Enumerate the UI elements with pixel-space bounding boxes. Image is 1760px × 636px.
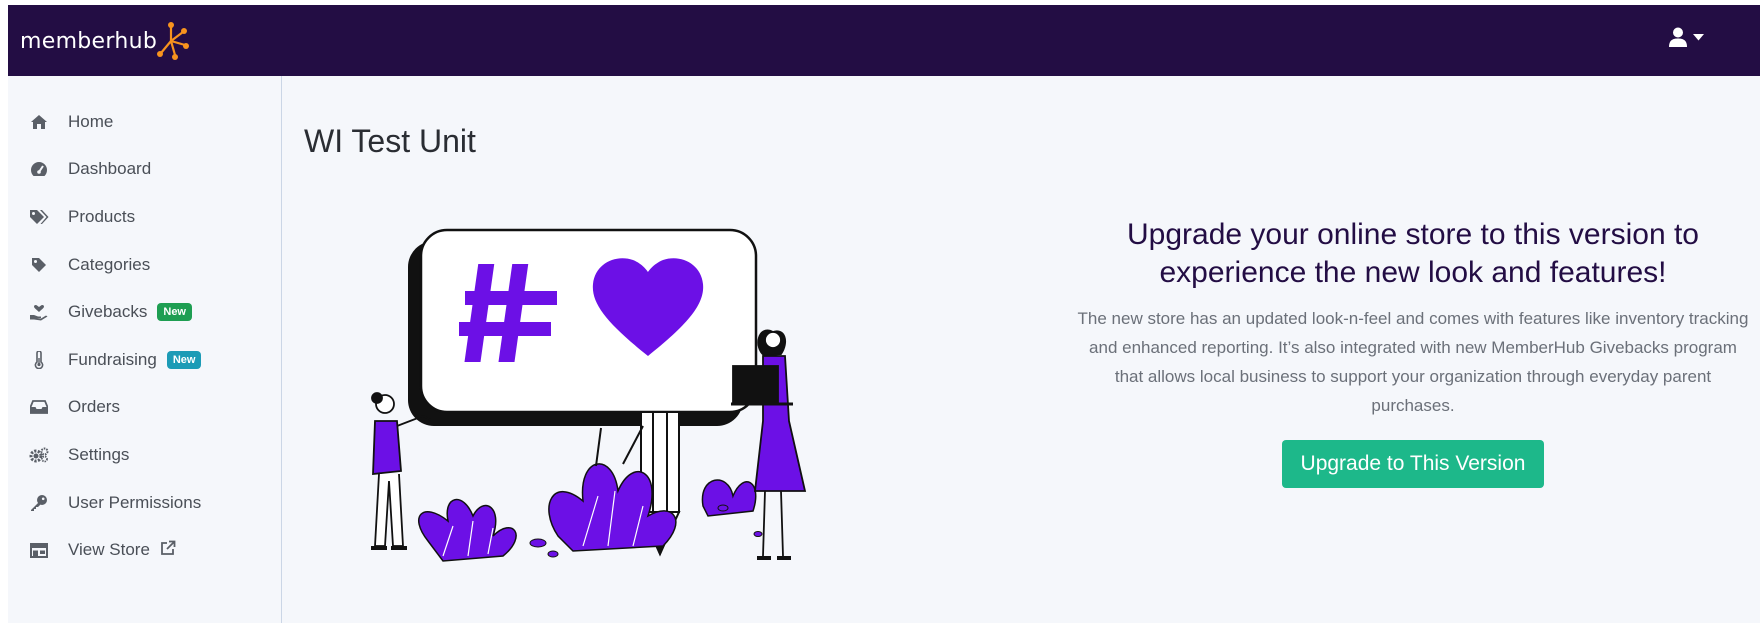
sidebar-item-label: User Permissions — [68, 492, 202, 512]
sidebar-item-user-permissions[interactable]: User Permissions — [8, 479, 281, 527]
hand-holding-heart-icon — [28, 301, 50, 323]
storefront-icon — [28, 539, 50, 561]
upgrade-promo: Upgrade your online store to this versio… — [1073, 216, 1753, 488]
sidebar-item-label: Settings — [68, 444, 130, 464]
sidebar-item-label: View Store — [68, 540, 150, 560]
memberhub-logo[interactable]: memberhub — [20, 21, 190, 61]
new-badge: New — [157, 303, 192, 322]
sidebar-item-label: Givebacks — [68, 302, 148, 322]
sidebar-item-fundraising[interactable]: Fundraising New — [8, 336, 281, 384]
main-content: WI Test Unit Upgrade your online store t… — [283, 76, 1760, 623]
key-icon — [28, 492, 50, 514]
sidebar-item-categories[interactable]: Categories — [8, 241, 281, 289]
page-title: WI Test Unit — [304, 123, 476, 159]
plant-left — [418, 498, 517, 562]
promo-heading: Upgrade your online store to this versio… — [1127, 218, 1699, 289]
sidebar-item-label: Orders — [68, 397, 120, 417]
sidebar-item-label: Products — [68, 206, 136, 226]
sidebar-item-label: Fundraising — [68, 349, 157, 369]
home-icon — [28, 111, 50, 133]
sidebar-item-label: Categories — [68, 254, 151, 274]
tag-icon — [28, 254, 50, 276]
sidebar-item-label: Dashboard — [68, 159, 152, 179]
inbox-tray-icon — [28, 396, 50, 418]
sidebar-item-dashboard[interactable]: Dashboard — [8, 146, 281, 194]
caret-down-icon — [1693, 33, 1704, 40]
sidebar-item-products[interactable]: Products — [8, 193, 281, 241]
logo-text: memberhub — [20, 28, 158, 54]
dashboard-gauge-icon — [28, 158, 50, 180]
sidebar-item-label: Home — [68, 111, 114, 131]
user-icon — [1669, 27, 1687, 47]
upgrade-button[interactable]: Upgrade to This Version — [1281, 440, 1545, 488]
logo-burst-icon — [157, 22, 190, 60]
sidebar-item-home[interactable]: Home — [8, 98, 281, 146]
new-badge: New — [166, 350, 202, 369]
sidebar-item-settings[interactable]: Settings — [8, 431, 281, 479]
sidebar-nav: Home Dashboard Products Categories Giveb… — [8, 76, 281, 574]
app-frame: memberhub Home Dashboard Products Catego… — [8, 5, 1760, 623]
top-bar: memberhub — [8, 5, 1760, 76]
sidebar-item-orders[interactable]: Orders — [8, 384, 281, 432]
promo-description: The new store has an updated look-n-feel… — [1077, 309, 1749, 415]
gears-icon — [28, 444, 50, 466]
sidebar-item-givebacks[interactable]: Givebacks New — [8, 288, 281, 336]
thermometer-icon — [28, 349, 50, 371]
plant-right — [701, 479, 757, 517]
external-link-icon — [160, 540, 176, 561]
user-menu[interactable] — [1669, 27, 1704, 47]
social-media-billboard-illustration — [371, 228, 807, 562]
sidebar-item-view-store[interactable]: View Store — [8, 526, 281, 574]
tags-icon — [28, 206, 50, 228]
sidebar: Home Dashboard Products Categories Giveb… — [8, 76, 282, 623]
